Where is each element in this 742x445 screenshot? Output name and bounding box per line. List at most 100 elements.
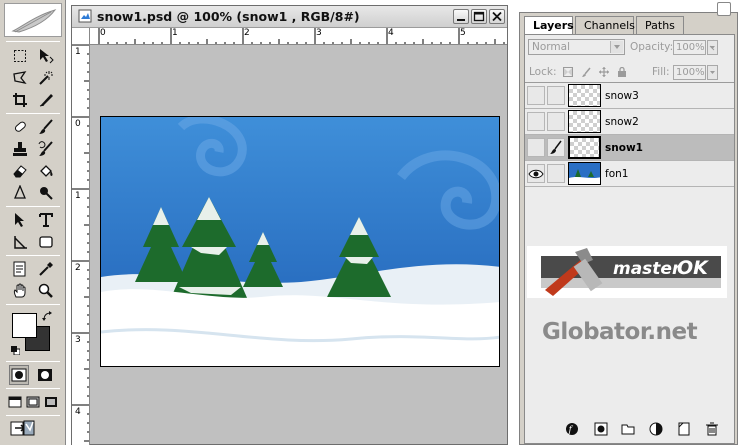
lasso-tool-icon[interactable] — [10, 68, 30, 88]
canvas-workarea[interactable] — [91, 46, 507, 444]
feather-logo-icon[interactable] — [4, 3, 62, 37]
document-window: snow1.psd @ 100% (snow1 , RGB/8#) 0 1 2 … — [71, 5, 508, 445]
brush-icon[interactable] — [547, 138, 565, 157]
maximize-button[interactable] — [471, 9, 487, 24]
swap-colors-icon[interactable] — [42, 311, 54, 323]
layer-name[interactable]: snow1 — [605, 142, 643, 154]
blend-mode-select[interactable]: Normal — [528, 39, 625, 55]
lock-pixels-icon[interactable] — [582, 67, 592, 77]
tab-layers[interactable]: Layers — [524, 16, 574, 34]
link-toggle[interactable] — [547, 112, 565, 131]
ruler-origin[interactable] — [72, 28, 90, 45]
new-layer-icon[interactable] — [677, 422, 691, 436]
psd-file-icon — [78, 9, 92, 23]
healing-brush-tool-icon[interactable] — [10, 117, 30, 137]
lock-label: Lock: — [529, 66, 557, 78]
layer-row-snow1[interactable]: snow1 — [525, 135, 734, 161]
visibility-toggle[interactable] — [527, 112, 545, 131]
document-titlebar[interactable]: snow1.psd @ 100% (snow1 , RGB/8#) — [72, 6, 507, 28]
eraser-tool-icon[interactable] — [10, 161, 30, 181]
hand-tool-icon[interactable] — [10, 281, 30, 301]
toolbox — [0, 0, 66, 445]
paint-bucket-tool-icon[interactable] — [36, 161, 56, 181]
slice-tool-icon[interactable] — [36, 90, 56, 110]
visibility-toggle[interactable] — [527, 86, 545, 105]
ruler-label: 5 — [460, 28, 466, 38]
toolbox-divider — [6, 206, 60, 207]
layer-mask-icon[interactable] — [594, 422, 608, 436]
masterok-text: master — [613, 259, 682, 279]
standard-mode-icon[interactable] — [9, 365, 29, 385]
fill-field[interactable]: 100% — [673, 65, 706, 80]
default-colors-icon[interactable] — [11, 345, 21, 356]
opacity-slider-arrow[interactable] — [707, 40, 718, 55]
jump-to-imageready-icon[interactable] — [10, 418, 36, 438]
blend-mode-value: Normal — [532, 41, 570, 53]
ruler-label: 2 — [75, 263, 81, 273]
marquee-tool-icon[interactable] — [10, 46, 30, 66]
layers-palette: Layers Channels Paths Normal Opacity: 10… — [519, 2, 738, 445]
pen-tool-icon[interactable] — [10, 232, 30, 252]
type-tool-icon[interactable] — [36, 210, 56, 230]
document-title: snow1.psd @ 100% (snow1 , RGB/8#) — [97, 9, 360, 24]
layer-thumbnail — [568, 84, 601, 107]
palette-menu-button[interactable] — [717, 2, 731, 16]
eye-icon[interactable] — [527, 164, 545, 183]
toolbox-divider — [6, 304, 60, 305]
link-toggle[interactable] — [547, 164, 565, 183]
toolbox-divider — [6, 255, 60, 256]
dodge-tool-icon[interactable] — [36, 183, 56, 203]
horizontal-ruler[interactable]: 0 1 2 3 4 5 — [90, 28, 507, 45]
trash-icon[interactable] — [705, 422, 719, 436]
toolbox-divider — [6, 388, 60, 389]
ruler-label: 3 — [75, 335, 81, 345]
layer-name[interactable]: fon1 — [605, 168, 628, 180]
brush-tool-icon[interactable] — [36, 117, 56, 137]
layer-row-fon1[interactable]: fon1 — [525, 161, 734, 187]
ruler-label: 0 — [75, 119, 81, 129]
layer-name[interactable]: snow3 — [605, 90, 639, 102]
layer-thumbnail — [568, 162, 601, 185]
magic-wand-tool-icon[interactable] — [36, 68, 56, 88]
winter-scene-image — [101, 117, 499, 366]
lock-position-icon[interactable] — [599, 67, 609, 77]
eyedropper-tool-icon[interactable] — [36, 259, 56, 279]
crop-tool-icon[interactable] — [10, 90, 30, 110]
new-group-icon[interactable] — [621, 422, 635, 436]
history-brush-tool-icon[interactable] — [36, 139, 56, 159]
shape-tool-icon[interactable] — [36, 232, 56, 252]
layer-style-icon[interactable]: f — [565, 422, 579, 436]
fill-label: Fill: — [652, 66, 670, 78]
close-button[interactable] — [489, 9, 505, 24]
tab-paths[interactable]: Paths — [636, 16, 684, 34]
standard-screen-mode-icon[interactable] — [6, 392, 24, 412]
adjustment-layer-icon[interactable] — [649, 422, 663, 436]
clone-stamp-tool-icon[interactable] — [10, 139, 30, 159]
notes-tool-icon[interactable] — [10, 259, 30, 279]
image-canvas[interactable] — [100, 116, 500, 367]
ruler-label: 2 — [244, 28, 250, 38]
tab-channels[interactable]: Channels — [575, 16, 635, 34]
toolbox-divider — [6, 415, 60, 416]
quick-mask-mode-icon[interactable] — [35, 365, 55, 385]
lock-all-icon[interactable] — [617, 66, 627, 77]
visibility-toggle[interactable] — [527, 138, 545, 157]
foreground-color-swatch[interactable] — [12, 313, 37, 338]
layer-row-snow2[interactable]: snow2 — [525, 109, 734, 135]
full-screen-menu-mode-icon[interactable] — [24, 392, 42, 412]
layer-row-snow3[interactable]: snow3 — [525, 83, 734, 109]
link-toggle[interactable] — [547, 86, 565, 105]
move-tool-icon[interactable] — [36, 46, 56, 66]
vertical-ruler[interactable]: 1 0 1 2 3 4 — [72, 45, 90, 445]
ruler-label: 4 — [75, 407, 81, 417]
minimize-button[interactable] — [453, 9, 469, 24]
lock-transparency-icon[interactable] — [563, 67, 573, 77]
blur-tool-icon[interactable] — [10, 183, 30, 203]
path-selection-tool-icon[interactable] — [10, 210, 30, 230]
layer-name[interactable]: snow2 — [605, 116, 639, 128]
full-screen-mode-icon[interactable] — [42, 392, 60, 412]
fill-slider-arrow[interactable] — [707, 65, 718, 80]
zoom-tool-icon[interactable] — [36, 281, 56, 301]
opacity-field[interactable]: 100% — [673, 40, 706, 55]
opacity-label: Opacity: — [630, 41, 674, 53]
